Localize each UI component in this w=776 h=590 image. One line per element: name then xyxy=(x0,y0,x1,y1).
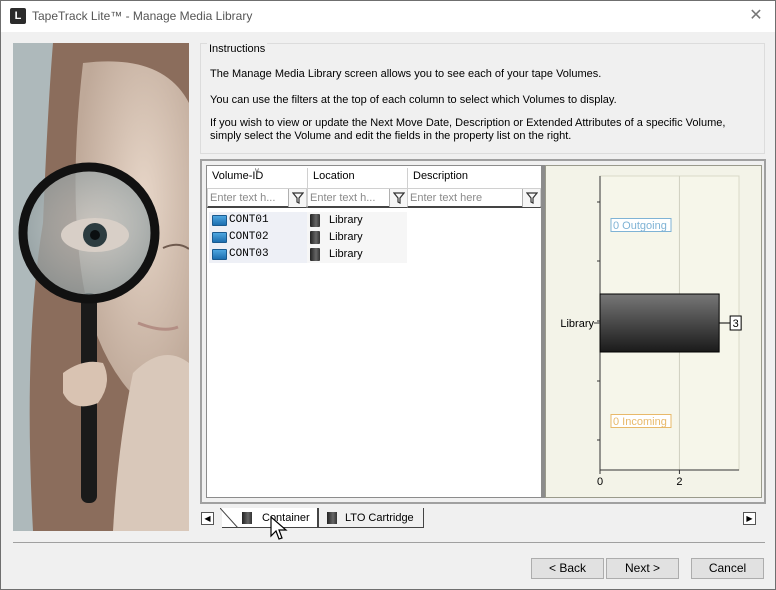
volume-id-filter-input[interactable] xyxy=(210,191,288,205)
volume-id-cell[interactable]: CONT02 xyxy=(209,229,307,246)
library-icon xyxy=(310,231,320,244)
table-row[interactable]: CONT01 Library xyxy=(207,212,407,229)
lto-cartridge-icon xyxy=(327,512,337,524)
funnel-icon xyxy=(526,192,538,204)
footer-divider xyxy=(13,542,765,543)
main-window: L TapeTrack Lite™ - Manage Media Library… xyxy=(0,0,776,590)
data-label: 0 Outgoing xyxy=(613,220,667,232)
window-title: TapeTrack Lite™ - Manage Media Library xyxy=(32,9,253,23)
funnel-icon xyxy=(292,192,304,204)
photo-illustration xyxy=(13,43,189,531)
description-filter xyxy=(407,188,541,208)
instructions-text-3: If you wish to view or update the Next M… xyxy=(210,117,726,142)
volume-grid[interactable]: Volume-ID ∨ Location Description Enter t… xyxy=(206,165,542,498)
data-label: 0 Incoming xyxy=(613,416,667,428)
title-bar: L TapeTrack Lite™ - Manage Media Library… xyxy=(1,1,775,32)
description-filter-input[interactable] xyxy=(410,191,520,205)
mouse-pointer-icon xyxy=(270,516,288,540)
location-cell[interactable]: Library xyxy=(307,246,407,263)
instructions-legend: Instructions xyxy=(207,43,268,55)
library-icon xyxy=(310,214,320,227)
column-header-volume-id[interactable]: Volume-ID ∨ xyxy=(207,166,307,188)
location-chart: 0 2 0 Outgoing 3 Library 0 Incoming xyxy=(545,165,762,498)
location-text: Library xyxy=(329,231,363,243)
x-tick-label: 2 xyxy=(676,476,682,488)
category-label: Library xyxy=(560,318,594,330)
data-label: 3 xyxy=(733,318,739,330)
next-button[interactable]: Next > xyxy=(606,558,679,579)
tab-lto-cartridge[interactable]: LTO Cartridge xyxy=(318,508,424,528)
volume-id-text: CONT01 xyxy=(229,214,269,226)
instructions-group: Instructions The Manage Media Library sc… xyxy=(200,43,765,154)
bar-library xyxy=(599,293,720,353)
location-text: Library xyxy=(329,248,363,260)
cancel-button[interactable]: Cancel xyxy=(691,558,764,579)
volume-icon xyxy=(212,249,227,260)
tab-scroll-left-icon[interactable]: ◀ xyxy=(201,512,214,525)
magnifier-photo xyxy=(13,43,189,531)
instructions-text-1: The Manage Media Library screen allows y… xyxy=(210,68,602,80)
app-logo-icon: L xyxy=(10,8,26,24)
location-cell[interactable]: Library xyxy=(307,212,407,229)
location-filter xyxy=(307,188,408,208)
funnel-icon xyxy=(393,192,405,204)
tab-scroll-right-icon[interactable]: ▶ xyxy=(743,512,756,525)
column-header-location[interactable]: Location xyxy=(308,168,408,188)
close-icon[interactable]: ✕ xyxy=(745,5,767,27)
chart-svg: 0 2 0 Outgoing 3 Library 0 Incoming xyxy=(560,175,742,488)
volume-id-cell[interactable]: CONT01 xyxy=(209,212,307,229)
volume-id-filter-button[interactable] xyxy=(288,189,306,207)
description-filter-button[interactable] xyxy=(522,189,540,207)
media-library-panel: Volume-ID ∨ Location Description Enter t… xyxy=(200,159,766,504)
table-row[interactable]: CONT02 Library xyxy=(207,229,407,246)
location-filter-input[interactable] xyxy=(310,191,388,205)
container-icon xyxy=(242,512,252,524)
location-filter-button[interactable] xyxy=(389,189,407,207)
volume-id-text: CONT02 xyxy=(229,231,269,243)
table-row[interactable]: CONT03 Library xyxy=(207,246,407,263)
volume-id-filter xyxy=(207,188,307,208)
back-button[interactable]: < Back xyxy=(531,558,604,579)
tab-slant xyxy=(220,508,239,528)
volume-id-text: CONT03 xyxy=(229,248,269,260)
location-text: Library xyxy=(329,214,363,226)
volume-id-cell[interactable]: CONT03 xyxy=(209,246,307,263)
x-tick-label: 0 xyxy=(597,476,603,488)
location-cell[interactable]: Library xyxy=(307,229,407,246)
instructions-text-2: You can use the filters at the top of ea… xyxy=(210,94,617,106)
volume-icon xyxy=(212,215,227,226)
library-icon xyxy=(310,248,320,261)
column-header-description[interactable]: Description xyxy=(408,168,538,188)
volume-icon xyxy=(212,232,227,243)
sort-chevron-icon: ∨ xyxy=(254,166,260,175)
tab-label: LTO Cartridge xyxy=(345,512,414,524)
